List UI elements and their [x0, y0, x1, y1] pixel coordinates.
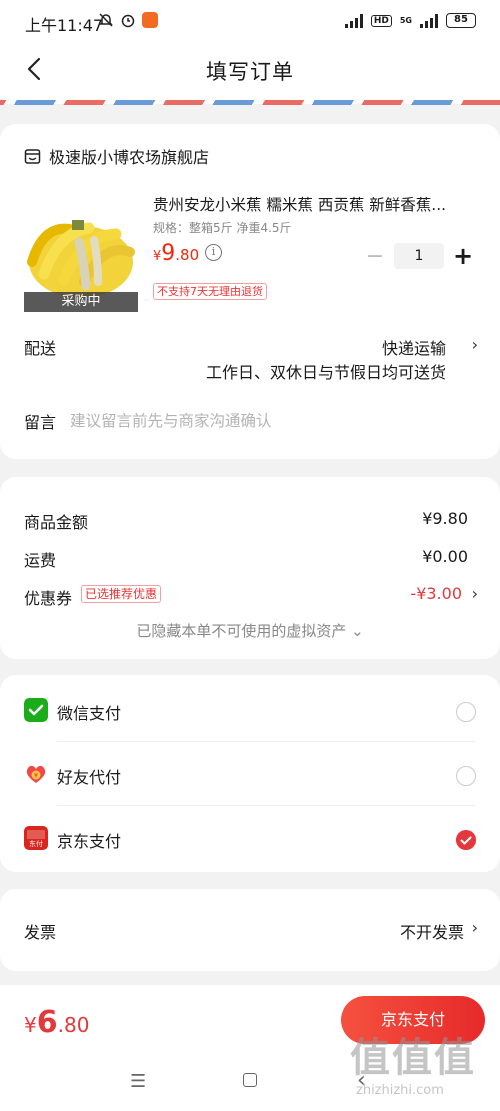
- signal-icon-2: [420, 13, 438, 28]
- store-name: 极速版小博农场旗舰店: [49, 148, 210, 167]
- payment-label: 微信支付: [57, 704, 122, 723]
- page-title: 填写订单: [206, 60, 294, 84]
- coupon-chevron-icon[interactable]: ›: [472, 584, 478, 603]
- coupon-tag: 已选推荐优惠: [81, 585, 162, 603]
- friend-pay-icon: ¥: [26, 765, 46, 783]
- payment-option-friend[interactable]: ¥ 好友代付: [0, 741, 500, 805]
- payment-option-jd[interactable]: 东付 京东支付: [0, 805, 500, 869]
- status-bar: 上午11:47 HD 5G 85: [0, 0, 500, 44]
- product-spec: 规格：整箱5斤 净重4.5斤: [153, 221, 292, 235]
- goods-amount-value: ¥9.80: [422, 509, 468, 528]
- battery-icon: 85: [446, 13, 476, 28]
- watermark-glyphs: 值值值: [350, 1035, 476, 1081]
- app-notification-icon: [142, 12, 158, 28]
- status-time: 上午11:47: [25, 16, 104, 35]
- order-card: 极速版小博农场旗舰店 采购中 贵州安龙小米蕉 糯米蕉 西贡蕉 新鲜香蕉... 规…: [0, 124, 500, 459]
- status-icons-right: HD 5G 85: [344, 13, 476, 28]
- alarm-clock-icon: [121, 14, 135, 28]
- product-image[interactable]: 采购中: [24, 202, 138, 312]
- increase-button[interactable]: +: [450, 242, 476, 270]
- status-icons-left: [98, 12, 158, 28]
- memo-input[interactable]: 建议留言前先与商家沟通确认: [70, 409, 272, 431]
- price-integer: 9: [161, 241, 176, 266]
- total-integer: 6: [36, 1005, 58, 1040]
- coupon-label: 优惠券: [24, 589, 73, 608]
- coupon-value[interactable]: -¥3.00: [410, 584, 462, 603]
- svg-text:东付: 东付: [29, 839, 43, 848]
- total-decimal: .80: [57, 1013, 90, 1037]
- memo-label: 留言: [24, 413, 57, 432]
- invoice-label: 发票: [24, 923, 57, 942]
- recent-apps-icon[interactable]: ☰: [130, 1071, 146, 1092]
- jd-pay-icon: 东付: [24, 826, 48, 850]
- return-policy-tag: 不支持7天无理由退货: [153, 283, 267, 300]
- payment-option-wechat[interactable]: 微信支付: [0, 677, 500, 741]
- goods-amount-label: 商品金额: [24, 513, 89, 532]
- product-price: ¥9.80: [153, 241, 199, 266]
- invoice-value[interactable]: 不开发票: [400, 919, 464, 943]
- invoice-card[interactable]: 发票 不开发票 ›: [0, 889, 500, 971]
- invoice-chevron-icon[interactable]: ›: [472, 918, 478, 937]
- quantity-input[interactable]: 1: [394, 243, 444, 269]
- hd-badge: HD: [370, 14, 392, 27]
- delivery-method[interactable]: 快递运输: [382, 335, 446, 359]
- freight-value: ¥0.00: [422, 547, 468, 566]
- home-icon[interactable]: [243, 1073, 257, 1087]
- mute-bell-icon: [99, 13, 113, 27]
- payment-label: 京东支付: [57, 832, 122, 851]
- payment-card: 微信支付 ¥ 好友代付 东付 京东支付: [0, 675, 500, 872]
- quantity-stepper: − 1 +: [362, 242, 476, 270]
- decrease-button[interactable]: −: [362, 244, 388, 269]
- total-price: ¥6.80: [24, 1005, 89, 1040]
- delivery-chevron-icon[interactable]: ›: [472, 335, 478, 354]
- payment-label: 好友代付: [57, 768, 122, 787]
- signal-icon: [344, 13, 363, 28]
- info-icon[interactable]: i: [205, 244, 222, 261]
- airmail-stripe: [0, 100, 500, 105]
- watermark-logo: 值值值 zhizhizhi.com: [350, 1025, 495, 1105]
- total-currency: ¥: [24, 1013, 37, 1037]
- store-icon: [24, 148, 41, 164]
- network-type: 5G: [399, 16, 412, 25]
- price-decimal: .80: [175, 246, 200, 264]
- freight-label: 运费: [24, 551, 57, 570]
- watermark-url: zhizhizhi.com: [356, 1083, 444, 1098]
- wechat-pay-icon: [24, 698, 48, 722]
- amount-card: 商品金额 ¥9.80 运费 ¥0.00 优惠券 已选推荐优惠 -¥3.00 › …: [0, 477, 500, 659]
- svg-text:¥: ¥: [34, 773, 38, 780]
- delivery-note: 工作日、双休日与节假日均可送货: [205, 363, 446, 382]
- delivery-label: 配送: [24, 339, 57, 358]
- radio-unselected[interactable]: [456, 702, 476, 722]
- product-name[interactable]: 贵州安龙小米蕉 糯米蕉 西贡蕉 新鲜香蕉...: [153, 193, 473, 215]
- page-header: 填写订单: [0, 44, 500, 96]
- store-header[interactable]: 极速版小博农场旗舰店: [24, 144, 209, 168]
- hidden-assets-toggle[interactable]: 已隐藏本单不可使用的虚拟资产 ⌄: [0, 620, 500, 641]
- radio-selected-check-icon[interactable]: [456, 830, 476, 850]
- product-badge: 采购中: [24, 292, 138, 312]
- radio-unselected[interactable]: [456, 766, 476, 786]
